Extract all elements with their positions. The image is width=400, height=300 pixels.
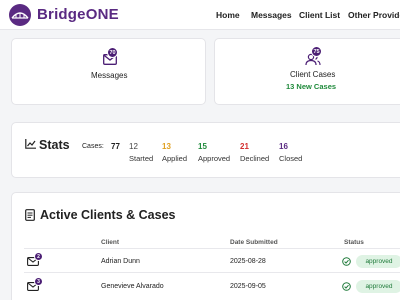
status-badge: approved	[356, 280, 400, 293]
column-header-client[interactable]: Client	[101, 239, 119, 246]
cases-total: 77	[111, 142, 120, 151]
column-header-status[interactable]: Status	[344, 239, 364, 246]
row-divider	[24, 272, 400, 273]
header-divider	[24, 248, 400, 249]
messages-card[interactable]: 70 Messages	[11, 38, 206, 105]
check-circle-icon	[342, 282, 351, 291]
client-cases-card[interactable]: 75 Client Cases 13 New Cases	[214, 38, 400, 105]
line-chart-icon	[25, 139, 36, 149]
message-count-badge: 3	[34, 277, 43, 286]
client-cases-card-label: Client Cases	[290, 70, 336, 79]
column-header-date-submitted[interactable]: Date Submitted	[230, 239, 278, 246]
document-icon	[25, 209, 35, 221]
new-cases-count[interactable]: 13 New Cases	[286, 82, 336, 91]
nav-home[interactable]: Home	[216, 10, 240, 20]
nav-other-providers[interactable]: Other Provide	[348, 10, 400, 20]
messages-card-label: Messages	[91, 71, 128, 80]
nav-client-list[interactable]: Client List	[299, 10, 340, 20]
client-name[interactable]: Genevieve Alvarado	[101, 283, 164, 290]
messages-count-badge: 70	[107, 47, 118, 58]
client-cases-count-badge: 75	[311, 46, 322, 57]
date-submitted: 2025-09-05	[230, 283, 266, 290]
stats-title: Stats	[39, 138, 70, 152]
stat-started-value: 12	[129, 142, 138, 151]
top-header: BridgeONE Home Messages Client List Othe…	[0, 0, 400, 30]
check-circle-icon	[342, 257, 351, 266]
message-count-badge: 2	[34, 252, 43, 261]
stat-declined-label: Declined	[240, 154, 270, 163]
stat-started-label: Started	[129, 154, 154, 163]
stat-applied-label: Applied	[162, 154, 188, 163]
stat-approved-value: 15	[198, 142, 207, 151]
brand-name[interactable]: BridgeONE	[37, 6, 119, 23]
status-badge: approved	[356, 255, 400, 268]
stat-approved-label: Approved	[198, 154, 231, 163]
active-clients-title: Active Clients & Cases	[40, 208, 176, 222]
date-submitted: 2025-08-28	[230, 258, 266, 265]
stat-closed-label: Closed	[279, 154, 303, 163]
bridge-logo-icon[interactable]	[9, 4, 31, 26]
client-name[interactable]: Adrian Dunn	[101, 258, 140, 265]
stat-closed-value: 16	[279, 142, 288, 151]
nav-messages[interactable]: Messages	[251, 10, 292, 20]
stat-applied-value: 13	[162, 142, 171, 151]
stat-declined-value: 21	[240, 142, 249, 151]
cases-label: Cases:	[82, 143, 104, 150]
